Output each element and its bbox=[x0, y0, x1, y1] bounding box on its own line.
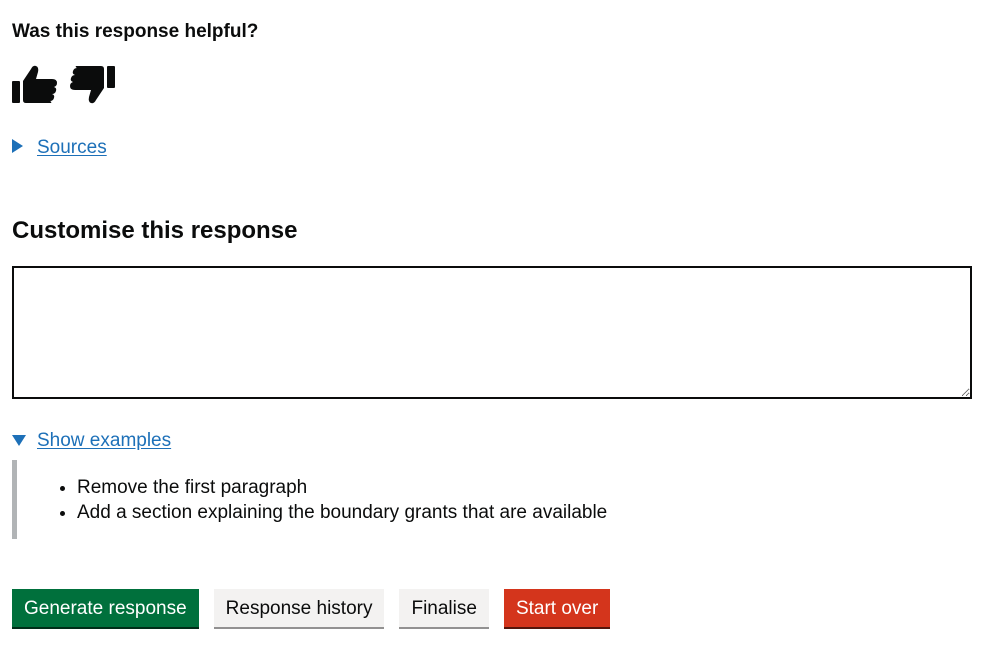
examples-list: Remove the first paragraph Add a section… bbox=[77, 475, 607, 525]
caret-down-icon bbox=[12, 429, 37, 453]
generate-response-button[interactable]: Generate response bbox=[12, 589, 199, 627]
customise-textarea[interactable] bbox=[12, 266, 972, 399]
examples-summary[interactable]: Show examples bbox=[12, 429, 171, 453]
thumbs-up-icon bbox=[12, 65, 57, 103]
customise-heading: Customise this response bbox=[12, 217, 298, 244]
start-over-button[interactable]: Start over bbox=[503, 589, 611, 627]
thumbs-down-button[interactable] bbox=[70, 62, 115, 106]
examples-panel: Remove the first paragraph Add a section… bbox=[12, 460, 717, 539]
feedback-question: Was this response helpful? bbox=[12, 21, 259, 42]
sources-summary[interactable]: Sources bbox=[12, 136, 107, 160]
response-history-button[interactable]: Response history bbox=[213, 589, 385, 627]
feedback-buttons bbox=[12, 62, 115, 106]
list-item: Remove the first paragraph bbox=[77, 475, 607, 500]
list-item: Add a section explaining the boundary gr… bbox=[77, 500, 607, 525]
action-buttons: Generate response Response history Final… bbox=[12, 589, 611, 627]
finalise-button[interactable]: Finalise bbox=[399, 589, 489, 627]
sources-link[interactable]: Sources bbox=[37, 136, 107, 160]
thumbs-up-button[interactable] bbox=[12, 62, 57, 106]
caret-right-icon bbox=[12, 136, 37, 160]
show-examples-link[interactable]: Show examples bbox=[37, 429, 171, 453]
thumbs-down-icon bbox=[70, 66, 115, 104]
